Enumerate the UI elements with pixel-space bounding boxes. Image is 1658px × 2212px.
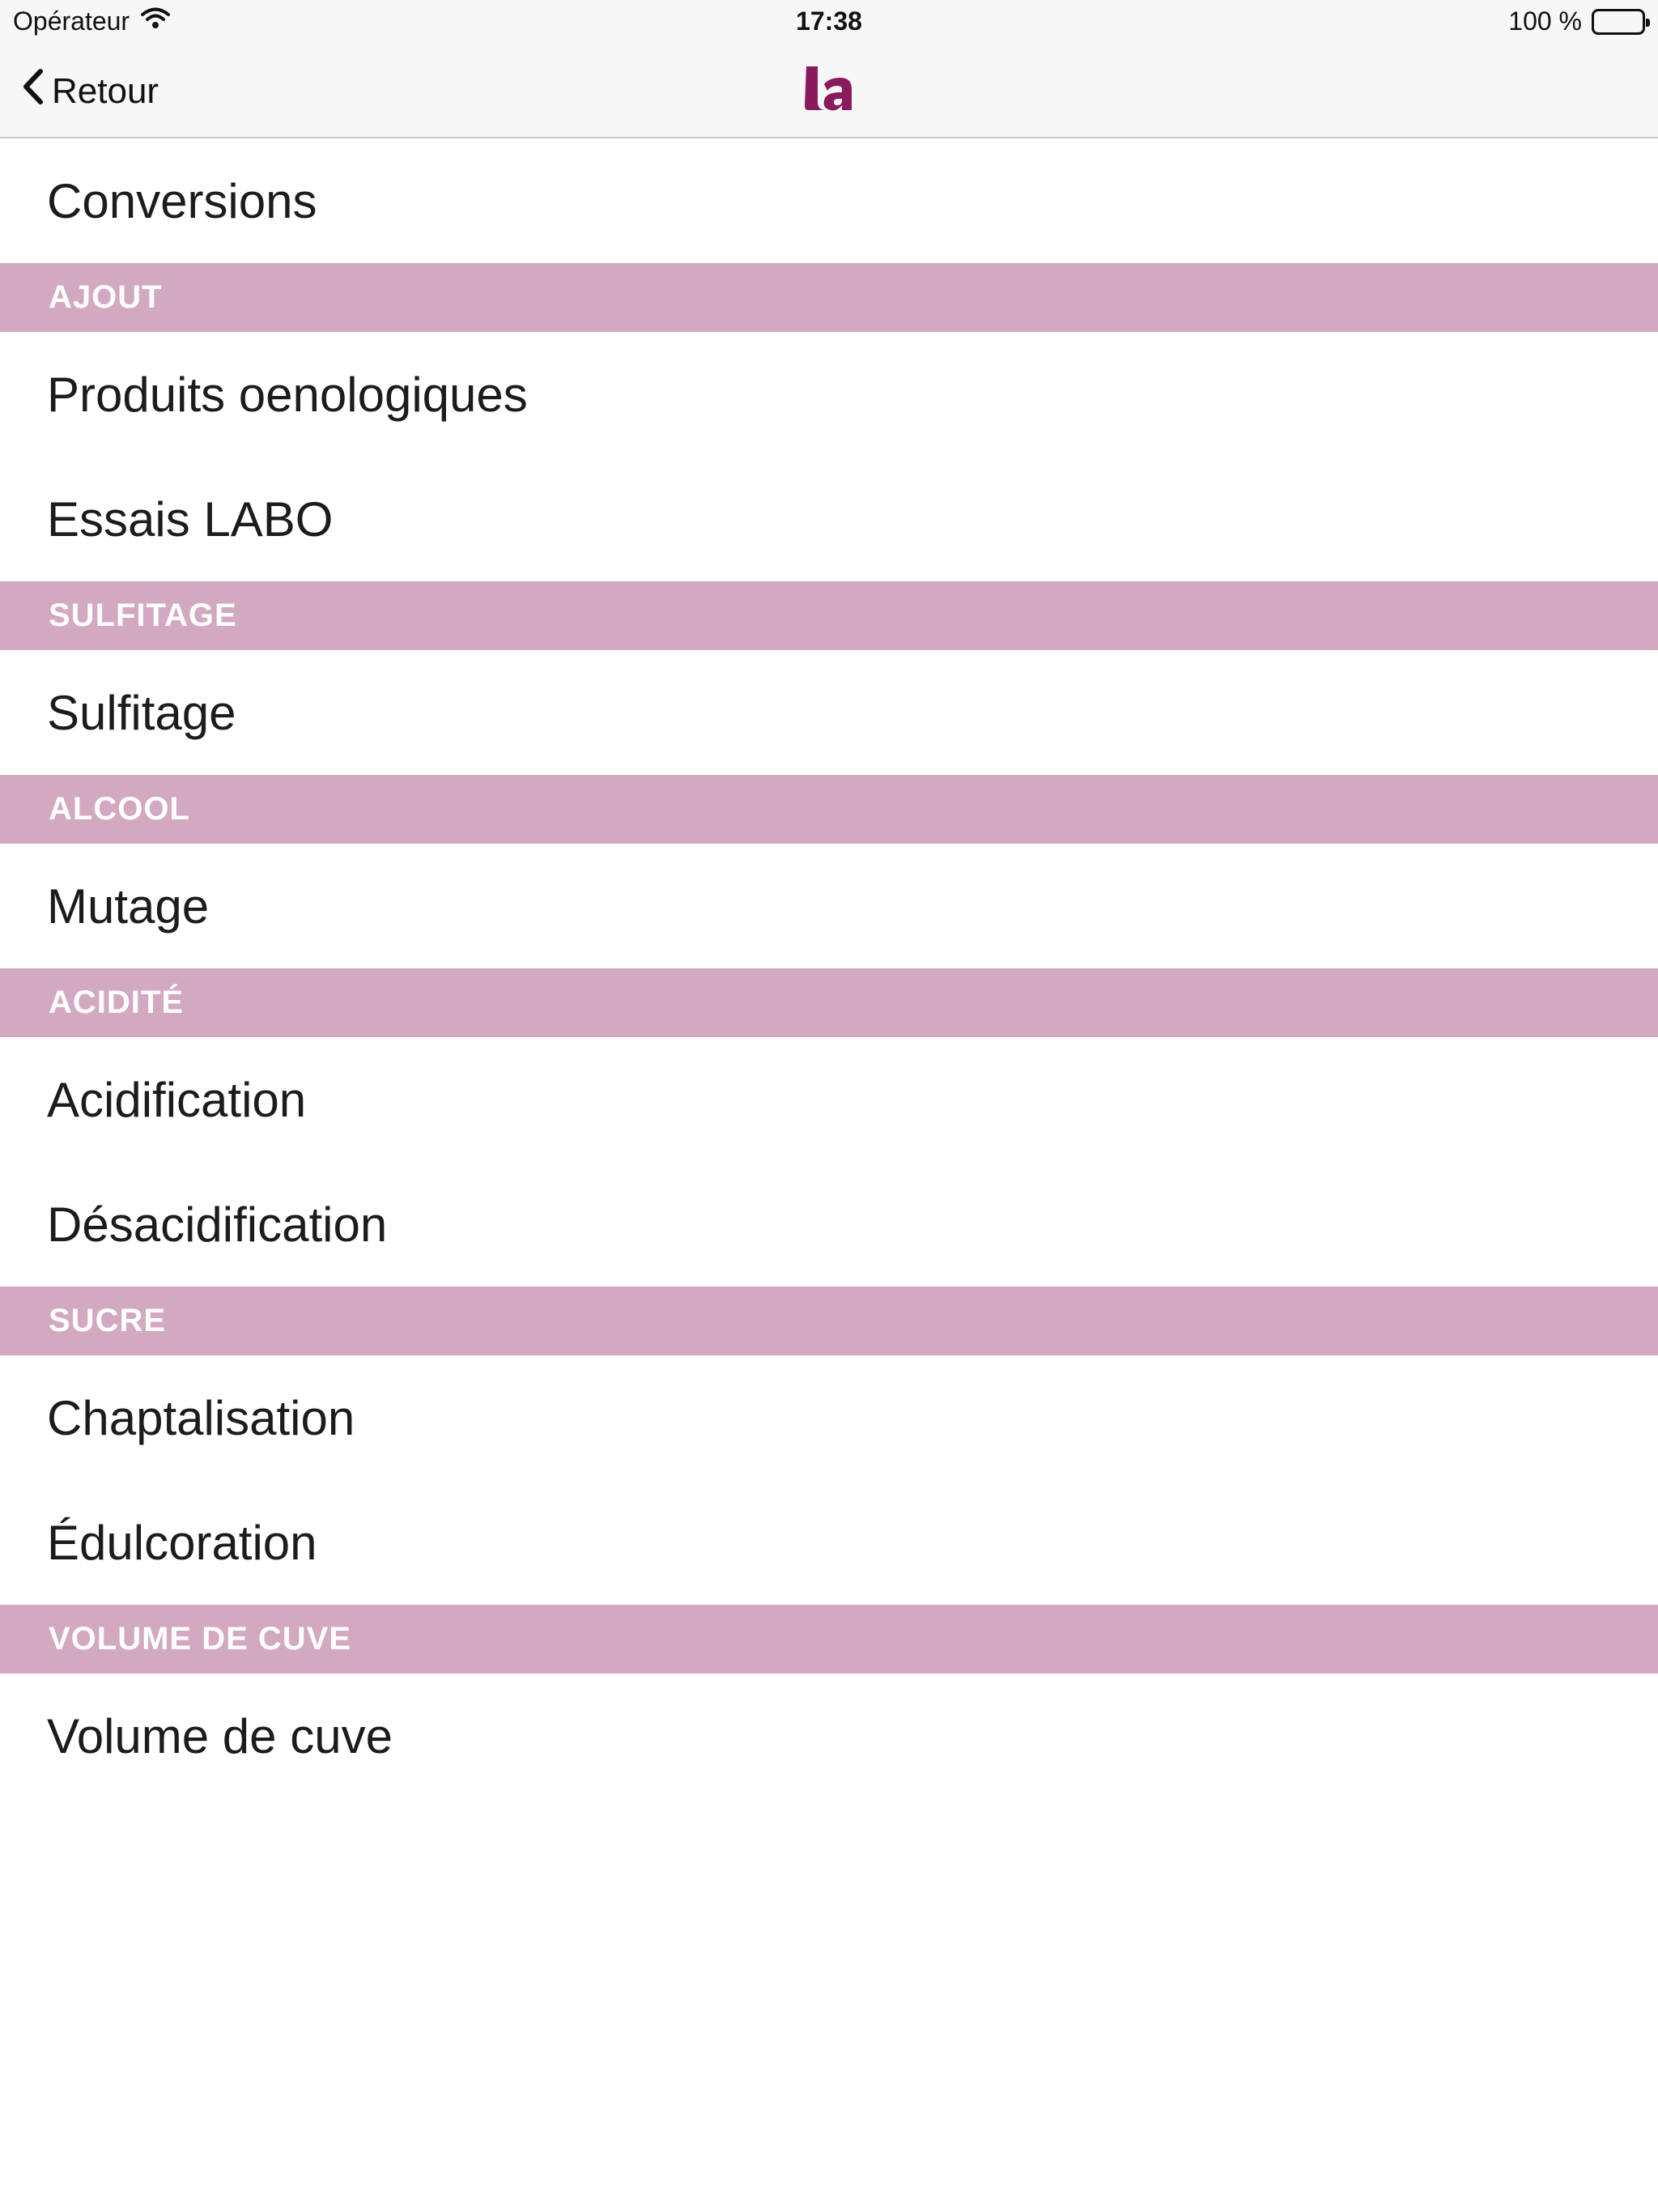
list-item-label: Mutage [47,878,210,934]
list-item-label: Sulfitage [47,685,236,740]
list-item-label: Essais LABO [47,491,334,547]
list-item-essais-labo[interactable]: Essais LABO [0,457,1658,581]
la-logo-icon [801,63,855,117]
list-item-label: Produits oenologiques [47,367,528,422]
section-header-label: SULFITAGE [49,598,237,633]
section-header-ajout: AJOUT [0,263,1658,332]
section-header-label: ACIDITÉ [49,985,184,1020]
list-item-edulcoration[interactable]: Édulcoration [0,1480,1658,1605]
section-header-sucre: SUCRE [0,1287,1658,1355]
status-bar: Opérateur 17:38 100 % [0,0,1658,44]
menu-list: Conversions AJOUT Produits oenologiques … [0,138,1658,1798]
status-battery: 100 % [1508,6,1650,36]
section-header-label: SUCRE [49,1303,167,1338]
battery-icon [1592,8,1650,35]
list-item-chaptalisation[interactable]: Chaptalisation [0,1355,1658,1480]
status-time: 17:38 [796,6,862,36]
back-button[interactable]: Retour [21,68,159,114]
section-header-sulfitage: SULFITAGE [0,581,1658,650]
list-item-acidification[interactable]: Acidification [0,1037,1658,1162]
list-item-label: Volume de cuve [47,1708,393,1763]
list-item-label: Désacidification [47,1197,388,1252]
list-item-label: Acidification [47,1072,307,1127]
list-item-produits-oenologiques[interactable]: Produits oenologiques [0,332,1658,457]
section-header-acidite: ACIDITÉ [0,968,1658,1037]
list-item-volume-de-cuve[interactable]: Volume de cuve [0,1674,1658,1798]
battery-percent: 100 % [1508,6,1582,36]
list-item-mutage[interactable]: Mutage [0,844,1658,968]
list-item-label: Conversions [47,173,317,228]
back-label: Retour [52,70,159,111]
list-item-label: Chaptalisation [47,1390,355,1445]
section-header-label: ALCOOL [49,791,190,827]
navigation-bar: Retour [0,44,1658,138]
list-item-label: Édulcoration [47,1515,317,1570]
section-header-label: VOLUME DE CUVE [49,1621,352,1657]
section-header-volume-de-cuve: VOLUME DE CUVE [0,1605,1658,1674]
chevron-left-icon [21,68,44,114]
section-header-label: AJOUT [49,279,163,315]
list-item-conversions[interactable]: Conversions [0,138,1658,263]
list-item-sulfitage[interactable]: Sulfitage [0,650,1658,775]
list-item-desacidification[interactable]: Désacidification [0,1162,1658,1287]
section-header-alcool: ALCOOL [0,775,1658,844]
